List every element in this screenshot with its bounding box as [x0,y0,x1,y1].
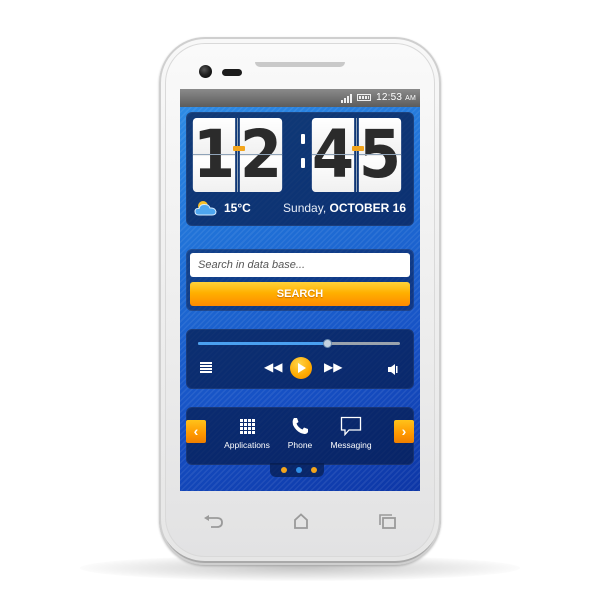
media-player: ◀◀ ▶▶ [186,329,414,389]
status-time-value: 12:53 [376,92,403,103]
clock-widget[interactable]: 1 2 4 5 15°C Sunday, OCTOBER 16 [186,112,414,226]
seek-bar-progress [198,342,328,345]
flip-hinge [233,146,245,151]
seek-bar-thumb[interactable] [323,339,333,348]
app-messaging[interactable]: Messaging [321,415,381,450]
proximity-sensor [222,69,242,76]
back-icon[interactable] [203,513,225,529]
grid-icon [239,418,255,434]
time-colon [300,134,306,182]
hour-digit-1: 1 [192,116,236,193]
app-label: Applications [224,440,270,450]
volume-icon[interactable] [388,362,398,380]
search-input[interactable] [190,253,410,277]
weather: 15°C [194,200,251,216]
search-button[interactable]: SEARCH [190,282,410,306]
seek-bar[interactable] [198,339,400,348]
fast-forward-icon[interactable]: ▶▶ [324,360,342,374]
home-icon[interactable] [290,513,312,529]
day-of-week: Sunday, [283,201,327,215]
temperature: 15°C [224,201,251,215]
minute-digit-2: 5 [358,116,402,193]
app-label: Messaging [330,440,372,450]
playlist-icon[interactable] [200,362,212,374]
minute-digit-1: 4 [311,116,355,193]
hour-digit-2: 2 [239,116,283,193]
phone-device: 12:53 AM 1 2 4 5 15°C Sunday, OCTOBER 16… [159,37,441,565]
play-icon[interactable] [290,357,312,379]
battery-icon [357,94,372,101]
page-dot-3[interactable] [311,467,317,473]
page-dot-2-active[interactable] [296,467,302,473]
date-label: Sunday, OCTOBER 16 [283,201,406,215]
recent-apps-icon[interactable] [377,513,399,529]
phone-icon [292,418,308,434]
partly-cloudy-icon [194,201,217,216]
chevron-right-icon[interactable]: › [394,420,414,443]
front-camera [199,65,212,78]
page-dot-1[interactable] [281,467,287,473]
minutes-display: 4 5 [310,118,403,192]
app-applications[interactable]: Applications [217,415,277,450]
date-value: OCTOBER 16 [329,201,406,215]
status-bar: 12:53 AM [180,89,420,107]
earpiece-speaker [255,62,345,67]
rewind-icon[interactable]: ◀◀ [264,360,282,374]
navigation-bar [180,507,420,537]
hours-display: 1 2 [191,118,284,192]
speech-bubble-icon [340,416,362,436]
status-time: 12:53 AM [376,92,416,103]
signal-bars-icon [341,93,353,103]
status-ampm: AM [405,95,416,102]
chevron-left-icon[interactable]: ‹ [186,420,206,443]
flip-hinge [352,146,364,151]
search-widget: SEARCH [186,249,414,311]
screen: 12:53 AM 1 2 4 5 15°C Sunday, OCTOBER 16… [180,89,420,491]
